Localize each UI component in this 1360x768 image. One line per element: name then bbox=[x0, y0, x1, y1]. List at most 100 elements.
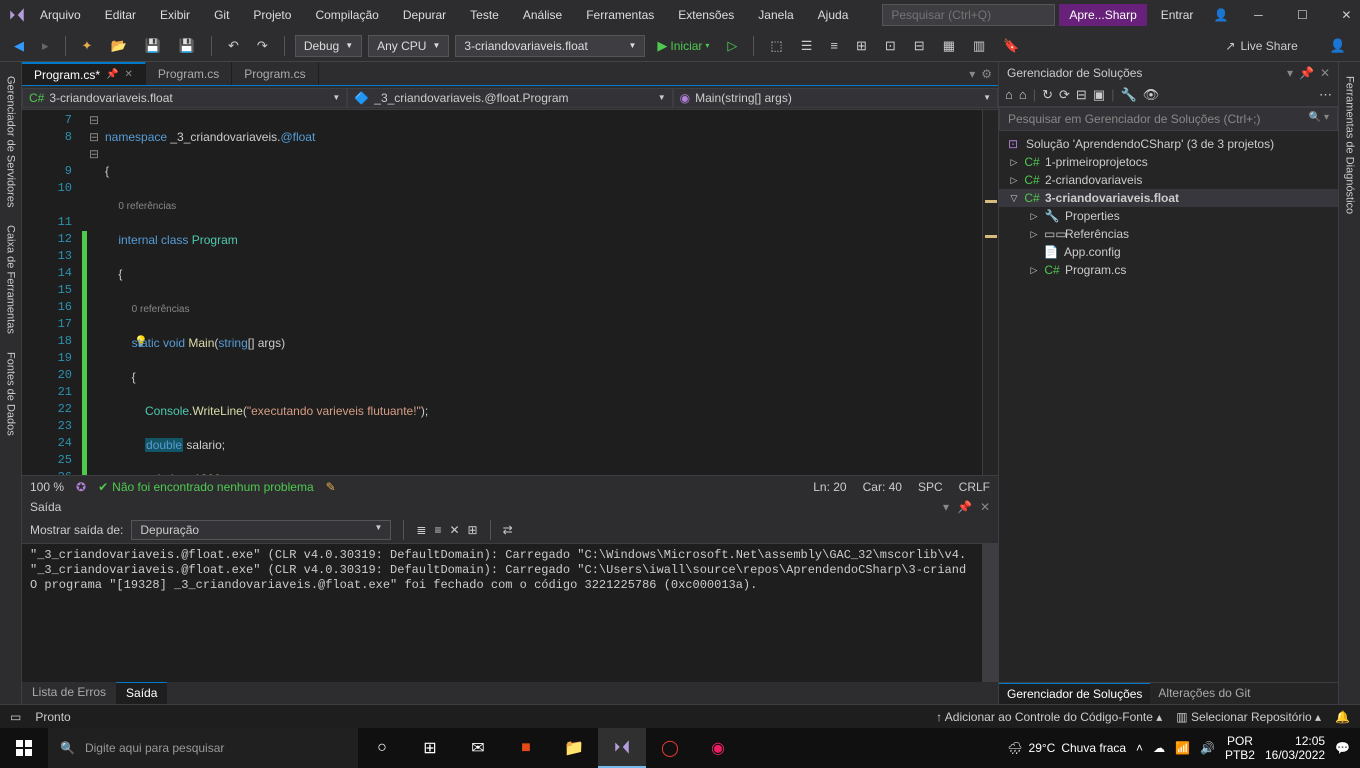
add-source-control[interactable]: ↑ Adicionar ao Controle do Código-Fonte … bbox=[936, 710, 1162, 724]
menu-ferramentas[interactable]: Ferramentas bbox=[576, 4, 664, 26]
open-button[interactable]: 📂 bbox=[104, 35, 132, 57]
sol-refresh-icon[interactable]: ↻ bbox=[1042, 87, 1053, 103]
collapse-caret-icon[interactable]: ▽ bbox=[1009, 193, 1019, 204]
expand-caret-icon[interactable]: ▷ bbox=[1029, 211, 1039, 222]
task-view-icon[interactable]: ⊞ bbox=[406, 728, 454, 768]
menu-analise[interactable]: Análise bbox=[513, 4, 572, 26]
notification-bell-icon[interactable]: 🔔 bbox=[1335, 710, 1350, 724]
toolbar-icon-5[interactable]: ⊡ bbox=[879, 35, 902, 57]
expand-caret-icon[interactable]: ▷ bbox=[1009, 175, 1019, 186]
menu-git[interactable]: Git bbox=[204, 4, 239, 26]
nav-method-dropdown[interactable]: ◉ Main(string[] args)▼ bbox=[673, 88, 998, 108]
sol-overflow-icon[interactable]: ⋯ bbox=[1319, 87, 1332, 103]
sol-sync-icon[interactable]: ⟳ bbox=[1059, 87, 1070, 103]
quick-search-input[interactable] bbox=[882, 4, 1055, 26]
startup-dropdown[interactable]: 3-criandovariaveis.float▼ bbox=[455, 35, 645, 57]
panel-close-icon[interactable]: ✕ bbox=[980, 500, 990, 514]
cs-file-node[interactable]: ▷ C# Program.cs bbox=[999, 261, 1338, 279]
output-window-icon[interactable]: ▭ bbox=[10, 710, 21, 724]
solution-root-node[interactable]: ⊡ Solução 'AprendendoCSharp' (3 de 3 pro… bbox=[999, 135, 1338, 153]
start-debug-button[interactable]: ▶ Iniciar ▾ bbox=[651, 35, 715, 57]
toolbar-icon-9[interactable]: 🔖 bbox=[997, 35, 1025, 57]
account-icon[interactable]: 👤 bbox=[1324, 35, 1352, 57]
toolbar-icon-2[interactable]: ☰ bbox=[795, 35, 819, 57]
panel-dropdown-icon[interactable]: ▾ bbox=[1287, 66, 1293, 80]
bottom-tab-output[interactable]: Saída bbox=[116, 682, 167, 704]
code-content[interactable]: namespace _3_criandovariaveis.@float { 0… bbox=[101, 110, 982, 475]
sol-home2-icon[interactable]: ⌂ bbox=[1019, 87, 1027, 103]
panel-close-icon[interactable]: ✕ bbox=[1320, 66, 1330, 80]
menu-janela[interactable]: Janela bbox=[748, 4, 803, 26]
menu-teste[interactable]: Teste bbox=[460, 4, 509, 26]
sol-properties-icon[interactable]: 🔧 bbox=[1121, 87, 1137, 103]
cortana-icon[interactable]: ○ bbox=[358, 728, 406, 768]
menu-ajuda[interactable]: Ajuda bbox=[808, 4, 859, 26]
mail-icon[interactable]: ✉ bbox=[454, 728, 502, 768]
tray-notifications-icon[interactable]: 💬 bbox=[1335, 741, 1350, 755]
left-tab-data-sources[interactable]: Fontes de Dados bbox=[3, 344, 19, 444]
new-project-button[interactable]: ✦ bbox=[76, 35, 99, 57]
redo-button[interactable]: ↷ bbox=[251, 35, 274, 57]
project-node[interactable]: ▷ C# 1-primeiroprojetocs bbox=[999, 153, 1338, 171]
output-icon-3[interactable]: ✕ bbox=[449, 523, 459, 537]
properties-node[interactable]: ▷ 🔧 Properties bbox=[999, 207, 1338, 225]
app-icon[interactable]: ◉ bbox=[694, 728, 742, 768]
toolbar-icon-8[interactable]: ▥ bbox=[967, 35, 991, 57]
maximize-button[interactable]: ☐ bbox=[1282, 0, 1322, 30]
config-dropdown[interactable]: Debug▼ bbox=[295, 35, 362, 57]
left-tab-toolbox[interactable]: Caixa de Ferramentas bbox=[3, 217, 19, 342]
platform-dropdown[interactable]: Any CPU▼ bbox=[368, 35, 449, 57]
save-all-button[interactable]: 💾 bbox=[173, 35, 201, 57]
menu-exibir[interactable]: Exibir bbox=[150, 4, 200, 26]
output-icon-2[interactable]: ≡ bbox=[434, 523, 441, 537]
editor-tab-active[interactable]: Program.cs* 📌 ✕ bbox=[22, 62, 146, 85]
toolbar-icon-1[interactable]: ⬚ bbox=[764, 35, 788, 57]
sol-preview-icon[interactable]: 👁 bbox=[1143, 87, 1160, 103]
bottom-tab-error-list[interactable]: Lista de Erros bbox=[22, 682, 116, 704]
fold-gutter[interactable]: ⊟⊟⊟ bbox=[87, 110, 101, 475]
output-source-dropdown[interactable]: Depuração▼ bbox=[131, 520, 391, 540]
editor-tab[interactable]: Program.cs bbox=[146, 62, 232, 85]
tray-volume-icon[interactable]: 🔊 bbox=[1200, 741, 1215, 755]
output-icon-1[interactable]: ≣ bbox=[416, 523, 426, 537]
minimize-button[interactable]: ─ bbox=[1238, 0, 1278, 30]
office-icon[interactable]: ■ bbox=[502, 728, 550, 768]
cleanup-icon[interactable]: ✎ bbox=[326, 480, 336, 494]
output-icon-5[interactable]: ⇄ bbox=[503, 523, 513, 537]
toolbar-icon-6[interactable]: ⊟ bbox=[908, 35, 931, 57]
right-tab-diagnostics[interactable]: Ferramentas de Diagnóstico bbox=[1342, 68, 1358, 222]
toolbar-icon-4[interactable]: ⊞ bbox=[850, 35, 873, 57]
menu-depurar[interactable]: Depurar bbox=[393, 4, 456, 26]
eol-indicator[interactable]: CRLF bbox=[959, 480, 990, 494]
indent-indicator[interactable]: SPC bbox=[918, 480, 943, 494]
sign-in-button[interactable]: Entrar bbox=[1151, 4, 1204, 26]
issues-indicator-icon[interactable]: ✪ bbox=[76, 480, 86, 494]
toolbar-icon-7[interactable]: ▦ bbox=[937, 35, 961, 57]
opera-icon[interactable]: ◯ bbox=[646, 728, 694, 768]
panel-dropdown-icon[interactable]: ▾ bbox=[943, 500, 949, 514]
pin-icon[interactable]: 📌 bbox=[106, 69, 118, 80]
output-scrollbar[interactable] bbox=[982, 544, 998, 682]
panel-pin-icon[interactable]: 📌 bbox=[957, 500, 972, 514]
select-repo[interactable]: ▥ Selecionar Repositório ▴ bbox=[1176, 710, 1321, 724]
project-node[interactable]: ▷ C# 2-criandovariaveis bbox=[999, 171, 1338, 189]
output-icon-4[interactable]: ⊞ bbox=[468, 523, 478, 537]
close-button[interactable]: ✕ bbox=[1326, 0, 1360, 30]
expand-caret-icon[interactable]: ▷ bbox=[1009, 157, 1019, 168]
sol-home-icon[interactable]: ⌂ bbox=[1005, 87, 1013, 103]
solution-name-button[interactable]: Apre...Sharp bbox=[1059, 4, 1146, 26]
file-explorer-icon[interactable]: 📁 bbox=[550, 728, 598, 768]
config-file-node[interactable]: 📄 App.config bbox=[999, 243, 1338, 261]
nav-project-dropdown[interactable]: C# 3-criandovariaveis.float▼ bbox=[22, 88, 347, 108]
expand-caret-icon[interactable]: ▷ bbox=[1029, 229, 1039, 240]
menu-arquivo[interactable]: Arquivo bbox=[30, 4, 91, 26]
no-issues-indicator[interactable]: ✔ Não foi encontrado nenhum problema bbox=[98, 480, 314, 494]
user-icon[interactable]: 👤 bbox=[1213, 8, 1228, 22]
solution-search-input[interactable]: Pesquisar em Gerenciador de Soluções (Ct… bbox=[999, 107, 1338, 131]
tray-chevron-icon[interactable]: ˄ bbox=[1136, 741, 1143, 755]
sol-collapse-icon[interactable]: ⊟ bbox=[1076, 87, 1087, 103]
start-button[interactable] bbox=[0, 728, 48, 768]
zoom-level[interactable]: 100 % bbox=[30, 480, 64, 494]
weather-widget[interactable]: 🌧 29°C Chuva fraca bbox=[1007, 741, 1126, 755]
tray-wifi-icon[interactable]: 📶 bbox=[1175, 741, 1190, 755]
